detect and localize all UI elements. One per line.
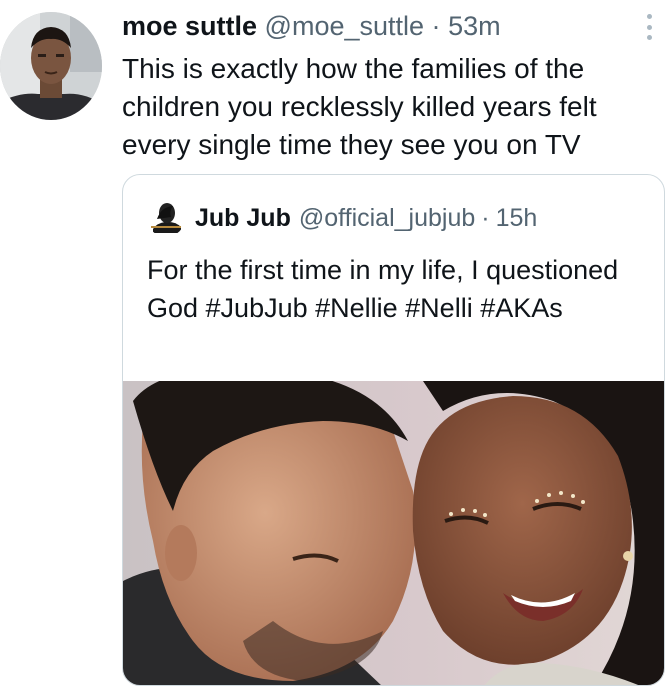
more-dot [646, 14, 652, 19]
tweet-header: moe suttle @moe_suttle · 53m [122, 10, 501, 42]
quoted-tweet-photo[interactable] [123, 381, 664, 685]
quoted-author-avatar [147, 199, 185, 237]
quoted-tweet-header: Jub Jub @official_jubjub · 15h [147, 199, 537, 237]
separator-dot: · [431, 11, 441, 41]
tweet[interactable]: moe suttle @moe_suttle · 53m This is exa… [0, 0, 667, 690]
quoted-tweet-text: For the first time in my life, I questio… [147, 255, 619, 323]
quoted-author-name: Jub Jub [195, 204, 291, 232]
author-handle[interactable]: @moe_suttle [265, 11, 424, 41]
quoted-separator-dot: · [481, 204, 490, 232]
quoted-tweet[interactable]: Jub Jub @official_jubjub · 15h For the f… [122, 174, 665, 686]
quoted-author-handle: @official_jubjub [298, 204, 476, 232]
tweet-text: This is exactly how the families of the … [122, 53, 597, 160]
quoted-tweet-time: 15h [495, 204, 538, 232]
author-name[interactable]: moe suttle [122, 11, 257, 41]
more-vertical-icon[interactable] [639, 12, 659, 42]
more-dot [646, 35, 652, 40]
tweet-time[interactable]: 53m [448, 11, 501, 41]
author-avatar[interactable] [0, 12, 102, 120]
more-dot [646, 24, 652, 30]
